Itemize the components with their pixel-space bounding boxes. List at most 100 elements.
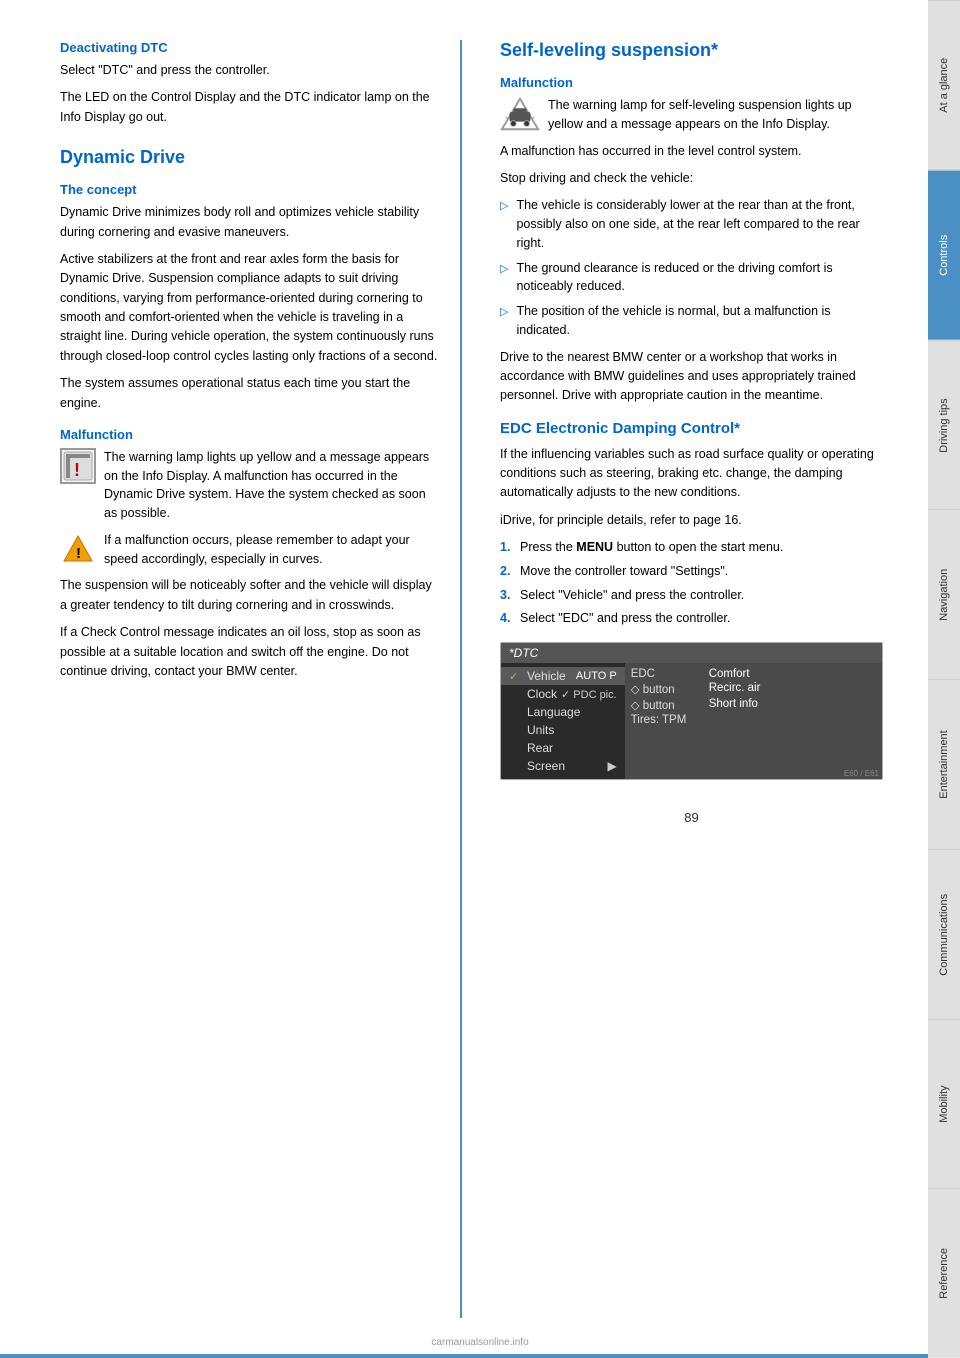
step-text-4: Select "EDC" and press the controller. [520,609,730,628]
vehicle-value: AUTO P [576,670,617,682]
side-tab-bar: At a glance Controls Driving tips Naviga… [928,0,960,1358]
edc-sub-label-button2: ◇ button [631,698,701,712]
step-text-1: Press the MENU button to open the start … [520,538,783,557]
tab-reference[interactable]: Reference [928,1188,960,1358]
malfunction-heading-left: Malfunction [60,427,440,442]
edc-stamp-text: E60 / E61 [844,769,879,778]
screen-label: Screen [527,759,565,773]
edc-sub-label-button1: ◇ button [631,682,701,696]
concept-body3: The system assumes operational status ea… [60,374,440,413]
bullet-item-1: ▷ The vehicle is considerably lower at t… [500,196,883,252]
bullet-text-2: The ground clearance is reduced or the d… [516,259,883,297]
bullet-text-3: The position of the vehicle is normal, b… [516,302,883,340]
step-text-3: Select "Vehicle" and press the controlle… [520,586,744,605]
self-leveling-malfunction-body1: A malfunction has occurred in the level … [500,142,883,161]
bullet-arrow-1: ▷ [500,198,508,252]
malfunction-note-box: ! If a malfunction occurs, please rememb… [60,531,440,569]
tab-label-communications: Communications [938,893,950,975]
malfunction-warning-box: ! The warning lamp lights up yellow and … [60,448,440,523]
tab-at-a-glance[interactable]: At a glance [928,0,960,170]
right-column: Self-leveling suspension* Malfunction [500,40,883,1318]
bullet-text-1: The vehicle is considerably lower at the… [516,196,883,252]
step-text-2: Move the controller toward "Settings". [520,562,728,581]
edc-menu-row-vehicle: ✓ Vehicle AUTO P [501,667,625,685]
vehicle-label: Vehicle [527,669,566,683]
deactivating-dtc-body1: Select "DTC" and press the controller. [60,61,440,80]
tab-entertainment[interactable]: Entertainment [928,679,960,849]
edc-sub-row-button2: ◇ button Short info [631,697,876,713]
tab-navigation[interactable]: Navigation [928,509,960,679]
edc-sub-value-button1: Recirc. air [709,682,761,696]
warning-lamp-icon: ! [60,448,96,484]
idrive-note-text: iDrive, for principle details, refer to … [500,513,742,527]
edc-heading: EDC Electronic Damping Control* [500,420,883,437]
edc-sub-value-edc: Comfort [709,668,750,680]
page-number: 89 [500,810,883,845]
edc-step-2: 2. Move the controller toward "Settings"… [500,562,883,581]
tab-label-navigation: Navigation [938,569,950,621]
clock-label: Clock [527,687,557,701]
self-leveling-section: Self-leveling suspension* Malfunction [500,40,883,406]
edc-sub-row-button1: ◇ button Recirc. air [631,681,876,697]
edc-menu-title: *DTC [501,643,882,663]
vehicle-checkmark: ✓ [509,670,523,683]
clock-value: ✓ PDC pic. [561,688,617,701]
concept-body2: Active stabilizers at the front and rear… [60,250,440,366]
edc-sub-label-edc: EDC [631,668,701,680]
edc-sub-panel: EDC Comfort ◇ button Recirc. air ◇ butto… [625,663,882,779]
bullet-arrow-3: ▷ [500,304,508,340]
edc-menu-row-clock: Clock ✓ PDC pic. [501,685,625,703]
malfunction-body2: If a Check Control message indicates an … [60,623,440,681]
tab-label-at-a-glance: At a glance [938,58,950,113]
edc-menu-list: ✓ Vehicle AUTO P Clock ✓ PDC pic. [501,663,625,779]
self-leveling-warning-box: The warning lamp for self-leveling suspe… [500,96,883,134]
edc-sub-value-button2: Short info [709,698,758,712]
edc-body1: If the influencing variables such as roa… [500,445,883,503]
triangle-warning-icon: ! [60,531,96,567]
edc-step-1: 1. Press the MENU button to open the sta… [500,538,883,557]
bullet-item-3: ▷ The position of the vehicle is normal,… [500,302,883,340]
tab-driving-tips[interactable]: Driving tips [928,340,960,510]
self-leveling-malfunction-body3: Drive to the nearest BMW center or a wor… [500,348,883,406]
edc-section: EDC Electronic Damping Control* If the i… [500,420,883,781]
concept-heading: The concept [60,182,440,197]
watermark: carmanualsonline.info [431,1337,528,1348]
edc-sub-row-edc: EDC Comfort [631,667,876,681]
edc-sub-row-tires: Tires: TPM [631,713,876,727]
edc-menu-row-units: Units [501,721,625,739]
bottom-bar [0,1354,928,1358]
tab-label-mobility: Mobility [938,1085,950,1122]
left-column: Deactivating DTC Select "DTC" and press … [60,40,440,1318]
edc-steps: 1. Press the MENU button to open the sta… [500,538,883,628]
step-num-4: 4. [500,609,514,628]
svg-text:!: ! [74,460,80,480]
rear-label: Rear [527,741,553,755]
edc-menu-row-screen: Screen ▶ [501,757,625,775]
tab-label-controls: Controls [938,235,950,276]
self-leveling-malfunction-heading: Malfunction [500,75,883,90]
dynamic-drive-section: Dynamic Drive The concept Dynamic Drive … [60,147,440,681]
step-num-2: 2. [500,562,514,581]
edc-menu-content: ✓ Vehicle AUTO P Clock ✓ PDC pic. [501,663,882,779]
malfunction-body1: The suspension will be noticeably softer… [60,576,440,615]
tab-communications[interactable]: Communications [928,849,960,1019]
edc-menu-row-rear: Rear [501,739,625,757]
deactivating-dtc-body2: The LED on the Control Display and the D… [60,88,440,127]
edc-step-4: 4. Select "EDC" and press the controller… [500,609,883,628]
tab-controls[interactable]: Controls [928,170,960,340]
step-num-3: 3. [500,586,514,605]
self-leveling-warning-text: The warning lamp for self-leveling suspe… [548,96,883,134]
self-leveling-warning-icon [500,96,540,132]
tab-mobility[interactable]: Mobility [928,1019,960,1189]
bullet-item-2: ▷ The ground clearance is reduced or the… [500,259,883,297]
svg-text:!: ! [76,545,81,562]
menu-bold: MENU [576,540,613,554]
tab-label-driving-tips: Driving tips [938,398,950,452]
malfunction-warning-text: The warning lamp lights up yellow and a … [104,448,440,523]
edc-menu-title-text: *DTC [509,646,538,660]
edc-step-3: 3. Select "Vehicle" and press the contro… [500,586,883,605]
screen-arrow: ▶ [607,759,616,773]
step-num-1: 1. [500,538,514,557]
edc-screenshot: *DTC ✓ Vehicle AUTO P [500,642,883,780]
tab-label-entertainment: Entertainment [938,730,950,798]
